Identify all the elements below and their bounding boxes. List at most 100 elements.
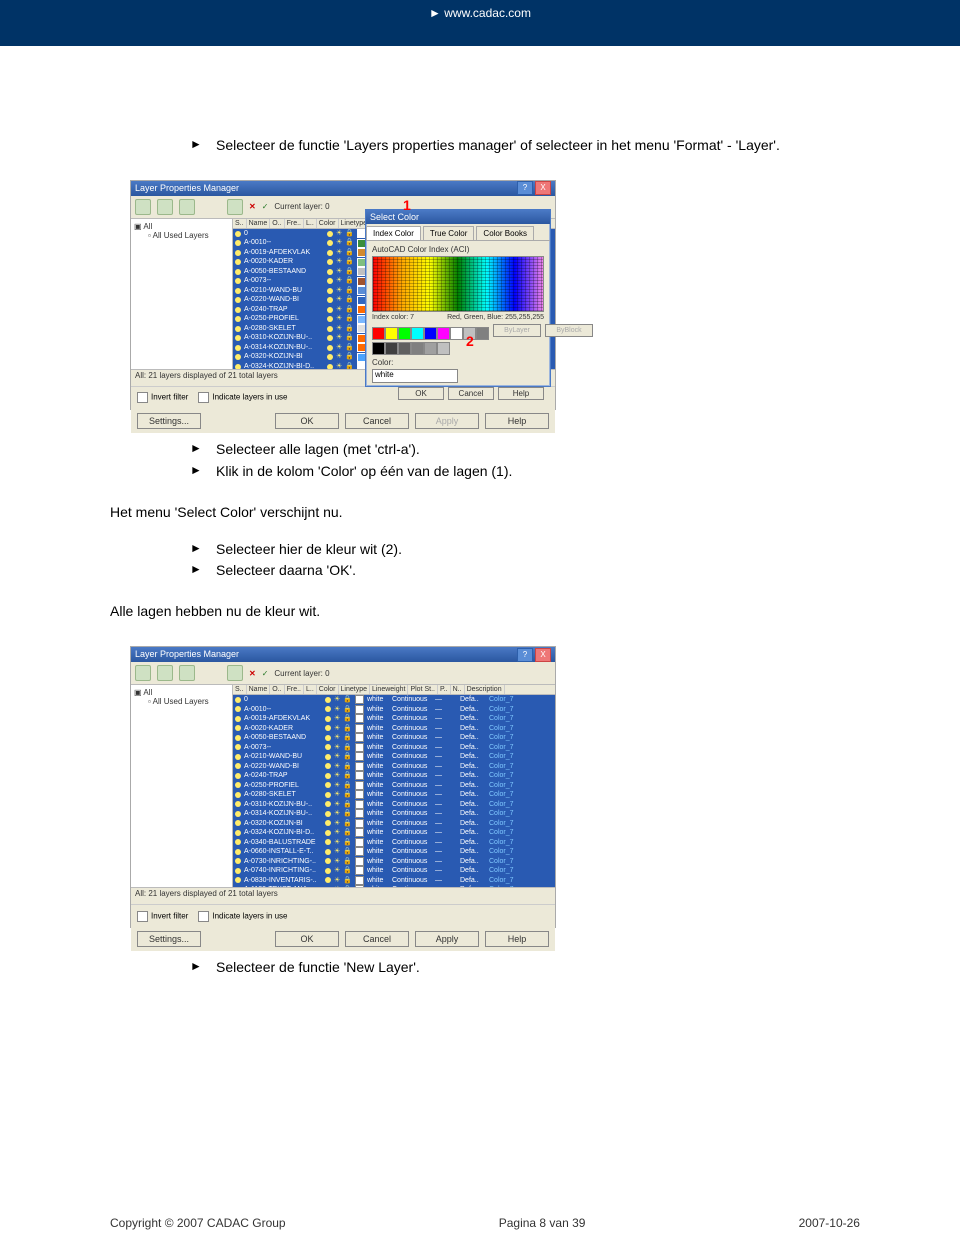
callout-2: 2: [466, 333, 474, 349]
swatch[interactable]: [424, 327, 437, 340]
swatch[interactable]: [476, 327, 489, 340]
table-row[interactable]: A-0020-KADER☀🔒whiteContinuous—Defa..Colo…: [233, 724, 555, 734]
indicate-checkbox[interactable]: [198, 392, 209, 403]
layer-list-header[interactable]: S..NameO..Fre..L..ColorLinetypeLineweigh…: [233, 685, 555, 695]
table-row[interactable]: A-0660-INSTALL-E-T..☀🔒whiteContinuous—De…: [233, 847, 555, 857]
aci-label: AutoCAD Color Index (ACI): [372, 245, 544, 254]
color-ok-button[interactable]: OK: [398, 387, 444, 400]
current-layer-label: Current layer: 0: [274, 669, 329, 678]
table-row[interactable]: A-0280-SKELET☀🔒whiteContinuous—Defa..Col…: [233, 790, 555, 800]
help-icon[interactable]: ?: [517, 648, 533, 662]
table-row[interactable]: A-0830-INVENTARIS-..☀🔒whiteContinuous—De…: [233, 876, 555, 886]
new-layer-icon[interactable]: [227, 665, 243, 681]
table-row[interactable]: A-0730-INRICHTING-..☀🔒whiteContinuous—De…: [233, 857, 555, 867]
step-item: Selecteer daarna 'OK'.: [190, 561, 860, 580]
cancel-button[interactable]: Cancel: [345, 931, 409, 947]
indicate-checkbox[interactable]: [198, 911, 209, 922]
swatch[interactable]: [437, 327, 450, 340]
new-filter-icon[interactable]: [135, 199, 151, 215]
bylayer-button[interactable]: ByLayer: [493, 324, 541, 337]
figure-layer-manager-1: Layer Properties Manager ? X ✕ ✓ Current…: [130, 180, 556, 410]
color-palette[interactable]: [372, 256, 544, 312]
table-row[interactable]: A-0310-KOZIJN-BU-..☀🔒whiteContinuous—Def…: [233, 800, 555, 810]
layer-states-icon[interactable]: [179, 199, 195, 215]
table-row[interactable]: A-0740-INRICHTING-..☀🔒whiteContinuous—De…: [233, 866, 555, 876]
set-current-icon[interactable]: ✓: [262, 669, 269, 678]
step-item: Selecteer de functie 'Layers properties …: [190, 136, 860, 155]
tree-root[interactable]: All: [143, 222, 152, 231]
close-icon[interactable]: X: [535, 648, 551, 662]
help-button[interactable]: Help: [485, 413, 549, 429]
apply-button[interactable]: Apply: [415, 413, 479, 429]
set-current-icon[interactable]: ✓: [262, 202, 269, 211]
filter-tree[interactable]: ▣ All ▫ All Used Layers: [131, 685, 233, 887]
swatch[interactable]: [411, 327, 424, 340]
swatch[interactable]: [437, 342, 450, 355]
swatch[interactable]: [385, 327, 398, 340]
color-input[interactable]: white: [372, 369, 458, 383]
invert-filter-checkbox[interactable]: [137, 911, 148, 922]
footer-page: Pagina 8 van 39: [499, 1216, 586, 1230]
new-filter-icon[interactable]: [135, 665, 151, 681]
delete-layer-icon[interactable]: ✕: [249, 669, 256, 678]
tab-index-color[interactable]: Index Color: [366, 226, 421, 240]
filter-bar: Invert filter Indicate layers in use: [131, 904, 555, 927]
table-row[interactable]: A-0314-KOZIJN-BU-..☀🔒whiteContinuous—Def…: [233, 809, 555, 819]
close-icon[interactable]: X: [535, 181, 551, 195]
table-row[interactable]: A-0210-WAND-BU☀🔒whiteContinuous—Defa..Co…: [233, 752, 555, 762]
cancel-button[interactable]: Cancel: [345, 413, 409, 429]
swatch[interactable]: [411, 342, 424, 355]
tab-true-color[interactable]: True Color: [423, 226, 475, 240]
current-layer-label: Current layer: 0: [274, 202, 329, 211]
table-row[interactable]: A-0324-KOZIJN-BI-D..☀🔒whiteContinuous—De…: [233, 828, 555, 838]
gray-swatches[interactable]: [372, 342, 544, 355]
layer-states-icon[interactable]: [179, 665, 195, 681]
swatch[interactable]: [372, 342, 385, 355]
index-color-label: Index color: 7: [372, 314, 414, 321]
help-icon[interactable]: ?: [517, 181, 533, 195]
swatch[interactable]: [424, 342, 437, 355]
table-row[interactable]: A-1120-TEKST-ANA..☀🔒whiteContinuous—Defa…: [233, 885, 555, 887]
tree-leaf[interactable]: All Used Layers: [153, 231, 209, 240]
filter-tree[interactable]: ▣ All ▫ All Used Layers: [131, 219, 233, 369]
delete-layer-icon[interactable]: ✕: [249, 202, 256, 211]
ok-button[interactable]: OK: [275, 931, 339, 947]
new-group-icon[interactable]: [157, 199, 173, 215]
swatch[interactable]: [450, 327, 463, 340]
table-row[interactable]: A-0220-WAND-BI☀🔒whiteContinuous—Defa..Co…: [233, 762, 555, 772]
swatch[interactable]: [372, 327, 385, 340]
tab-color-books[interactable]: Color Books: [476, 226, 534, 240]
color-help-button[interactable]: Help: [498, 387, 544, 400]
table-row[interactable]: A-0340-BALUSTRADE☀🔒whiteContinuous—Defa.…: [233, 838, 555, 848]
help-button[interactable]: Help: [485, 931, 549, 947]
byblock-button[interactable]: ByBlock: [545, 324, 593, 337]
new-layer-icon[interactable]: [227, 199, 243, 215]
step-item: Selecteer de functie 'New Layer'.: [190, 958, 860, 977]
layer-list[interactable]: S..NameO..Fre..L..ColorLinetypeLineweigh…: [233, 685, 555, 887]
dialog-titlebar: Layer Properties Manager ? X: [131, 181, 555, 196]
invert-filter-checkbox[interactable]: [137, 392, 148, 403]
table-row[interactable]: 0☀🔒whiteContinuous—Defa..Color_7: [233, 695, 555, 705]
tree-leaf[interactable]: All Used Layers: [153, 697, 209, 706]
new-group-icon[interactable]: [157, 665, 173, 681]
swatch[interactable]: [398, 327, 411, 340]
color-dialog-tabs: Index Color True Color Color Books: [366, 224, 550, 241]
table-row[interactable]: A-0320-KOZIJN-BI☀🔒whiteContinuous—Defa..…: [233, 819, 555, 829]
ok-button[interactable]: OK: [275, 413, 339, 429]
tree-root[interactable]: All: [143, 688, 152, 697]
table-row[interactable]: A-0250-PROFIEL☀🔒whiteContinuous—Defa..Co…: [233, 781, 555, 791]
color-cancel-button[interactable]: Cancel: [448, 387, 494, 400]
table-row[interactable]: A-0050-BESTAAND☀🔒whiteContinuous—Defa..C…: [233, 733, 555, 743]
step-list-3: Selecteer hier de kleur wit (2). Selecte…: [110, 540, 860, 581]
table-row[interactable]: A-0010--☀🔒whiteContinuous—Defa..Color_7: [233, 705, 555, 715]
swatch[interactable]: [385, 342, 398, 355]
settings-button[interactable]: Settings...: [137, 931, 201, 947]
apply-button[interactable]: Apply: [415, 931, 479, 947]
table-row[interactable]: A-0240-TRAP☀🔒whiteContinuous—Defa..Color…: [233, 771, 555, 781]
swatch[interactable]: [398, 342, 411, 355]
table-row[interactable]: A-0073--☀🔒whiteContinuous—Defa..Color_7: [233, 743, 555, 753]
step-list-2: Selecteer alle lagen (met 'ctrl-a'). Kli…: [110, 440, 860, 481]
dialog-titlebar: Layer Properties Manager ? X: [131, 647, 555, 662]
table-row[interactable]: A-0019-AFDEKVLAK☀🔒whiteContinuous—Defa..…: [233, 714, 555, 724]
settings-button[interactable]: Settings...: [137, 413, 201, 429]
